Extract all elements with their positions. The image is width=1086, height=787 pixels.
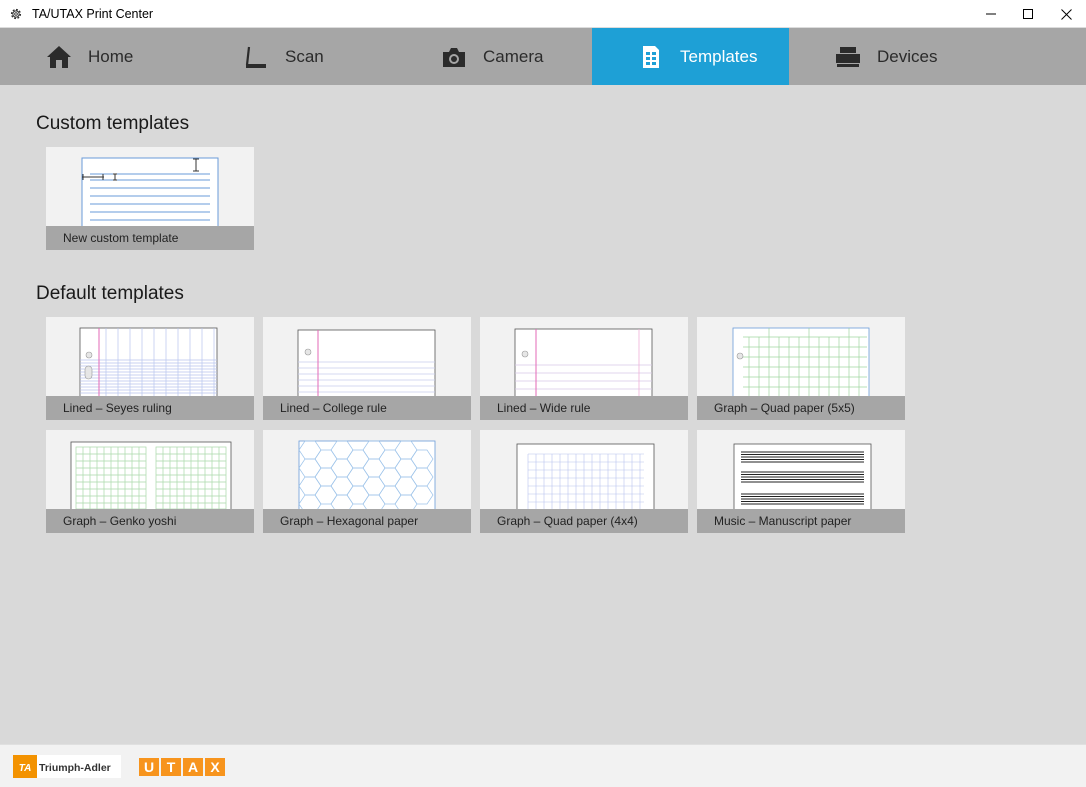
printer-icon	[835, 44, 861, 70]
music-manuscript-thumbnail	[733, 443, 872, 509]
seyes-ruling-thumbnail	[79, 327, 218, 396]
templates-page: Custom templates New custom template Def…	[0, 85, 1086, 744]
tab-camera[interactable]: Camera	[441, 28, 591, 85]
new-custom-template-thumbnail	[81, 157, 219, 226]
tab-devices[interactable]: Devices	[835, 28, 995, 85]
default-templates-heading: Default templates	[36, 283, 184, 304]
utax-letter-t: T	[167, 759, 176, 775]
main-nav: Home Scan Camera Templates Devices	[0, 28, 1086, 85]
home-icon	[46, 44, 72, 70]
maximize-button[interactable]	[1009, 0, 1047, 28]
template-label: New custom template	[46, 226, 254, 250]
tab-home[interactable]: Home	[46, 28, 206, 85]
template-label: Music – Manuscript paper	[697, 509, 905, 533]
template-card-seyes[interactable]: Lined – Seyes ruling	[46, 317, 254, 420]
template-card-hexagonal[interactable]: Graph – Hexagonal paper	[263, 430, 471, 533]
hexagonal-paper-thumbnail	[298, 440, 436, 509]
tab-scan-label: Scan	[285, 46, 324, 66]
template-label: Graph – Genko yoshi	[46, 509, 254, 533]
window-title: TA/UTAX Print Center	[32, 7, 154, 21]
templates-icon	[638, 44, 664, 70]
template-card-music-manuscript[interactable]: Music – Manuscript paper	[697, 430, 905, 533]
title-bar: TA/UTAX Print Center	[0, 0, 1086, 28]
close-button[interactable]	[1047, 0, 1085, 28]
camera-icon	[441, 44, 467, 70]
quad-4x4-thumbnail	[516, 443, 655, 509]
template-label: Lined – Wide rule	[480, 396, 688, 420]
tab-devices-label: Devices	[877, 46, 938, 66]
custom-templates-heading: Custom templates	[36, 113, 190, 134]
scan-icon	[243, 44, 269, 70]
template-label: Graph – Quad paper (4x4)	[480, 509, 688, 533]
triumph-adler-logo: TA Triumph-Adler	[13, 755, 121, 778]
template-card-quad-4x4[interactable]: Graph – Quad paper (4x4)	[480, 430, 688, 533]
template-card-genko-yoshi[interactable]: Graph – Genko yoshi	[46, 430, 254, 533]
template-label: Graph – Hexagonal paper	[263, 509, 471, 533]
maximize-icon	[1023, 9, 1033, 19]
template-label: Graph – Quad paper (5x5)	[697, 396, 905, 420]
footer: TA Triumph-Adler U T A X	[0, 744, 1086, 787]
utax-letter-u: U	[144, 759, 154, 775]
quad-5x5-thumbnail	[732, 327, 870, 396]
minimize-button[interactable]	[972, 0, 1010, 28]
utax-letter-a: A	[188, 759, 198, 775]
template-card-college-rule[interactable]: Lined – College rule	[263, 317, 471, 420]
tab-camera-label: Camera	[483, 46, 544, 66]
tab-home-label: Home	[88, 46, 134, 66]
tab-templates-label: Templates	[680, 46, 758, 66]
template-card-quad-5x5[interactable]: Graph – Quad paper (5x5)	[697, 317, 905, 420]
college-rule-thumbnail	[297, 329, 436, 396]
ta-logo-text: Triumph-Adler	[39, 762, 111, 774]
ta-logo-mark: TA	[19, 763, 32, 774]
utax-logo: U T A X	[139, 758, 225, 776]
template-card-new-custom[interactable]: New custom template	[46, 147, 254, 250]
utax-letter-x: X	[210, 759, 220, 775]
minimize-icon	[986, 13, 996, 15]
template-card-wide-rule[interactable]: Lined – Wide rule	[480, 317, 688, 420]
wide-rule-thumbnail	[514, 328, 653, 396]
tab-scan[interactable]: Scan	[243, 28, 403, 85]
tab-templates[interactable]: Templates	[592, 28, 789, 85]
genko-yoshi-thumbnail	[70, 441, 232, 509]
close-icon	[1060, 8, 1072, 20]
template-label: Lined – College rule	[263, 396, 471, 420]
gear-icon	[10, 8, 22, 20]
template-label: Lined – Seyes ruling	[46, 396, 254, 420]
